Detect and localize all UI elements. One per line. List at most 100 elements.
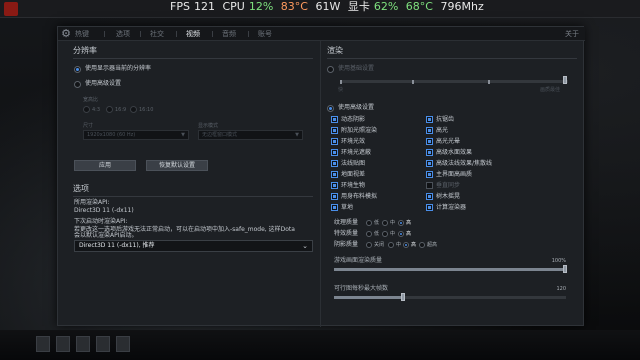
hero-portrait[interactable]	[36, 336, 50, 352]
cpu-usage: 12%	[248, 0, 274, 13]
slider-fast-label: 快	[338, 87, 344, 93]
current-api-label: 所用渲染API:	[74, 199, 110, 206]
use-desktop-resolution-radio[interactable]	[74, 66, 81, 73]
chevron-down-icon: ▼	[295, 132, 299, 138]
high-quality-water-checkbox[interactable]	[426, 149, 433, 156]
tab-social[interactable]: 社交	[144, 27, 170, 41]
tab-audio[interactable]: 音频	[216, 27, 242, 41]
apply-button[interactable]: 应用	[74, 160, 136, 171]
aspect-16-9-radio[interactable]	[106, 106, 113, 113]
cloth-simulation-checkbox[interactable]	[331, 193, 338, 200]
basic-quality-slider-knob[interactable]	[563, 76, 567, 84]
effects-quality-mid-label: 中	[390, 231, 396, 237]
effects-quality-label: 特效质量	[334, 230, 359, 237]
texture-quality-high-radio[interactable]	[398, 220, 404, 226]
aspect-4-3-radio[interactable]	[83, 106, 90, 113]
hero-portrait[interactable]	[76, 336, 90, 352]
about-button[interactable]: 关于	[565, 27, 579, 41]
restore-defaults-button[interactable]: 恢复默认设置	[146, 160, 208, 171]
max-fps-value: 120	[556, 286, 566, 292]
use-advanced-render-label: 使用高级设置	[338, 104, 375, 111]
aspect-4-3-label: 4:3	[92, 107, 101, 113]
aspect-16-10-label: 16:10	[139, 107, 154, 113]
ground-parallax-checkbox[interactable]	[331, 171, 338, 178]
effects-quality-low-label: 低	[374, 231, 380, 237]
slider-tick	[412, 80, 414, 84]
basic-quality-slider[interactable]	[340, 80, 568, 83]
compute-shader-checkbox[interactable]	[426, 204, 433, 211]
shadow-quality-label: 阴影质量	[334, 241, 359, 248]
slider-best-label: 画质最佳	[540, 87, 561, 93]
hero-portrait[interactable]	[116, 336, 130, 352]
use-advanced-resolution-radio[interactable]	[74, 81, 81, 88]
max-fps-slider-fill	[334, 296, 404, 299]
shadow-quality-mid-radio[interactable]	[388, 242, 394, 248]
shadow-quality-ultra-radio[interactable]	[419, 242, 425, 248]
chevron-down-icon: ⌄	[302, 242, 308, 250]
shadow-quality-off-radio[interactable]	[366, 242, 372, 248]
shadow-quality-high-label: 高	[411, 242, 417, 248]
shadow-quality-high-radio[interactable]	[403, 242, 409, 248]
use-desktop-resolution-label: 使用显示器当前的分辨率	[85, 65, 152, 72]
effects-quality-high-label: 高	[406, 231, 412, 237]
extra-lighting-checkbox[interactable]	[331, 127, 338, 134]
render-quality-slider-knob[interactable]	[563, 265, 567, 273]
vsync-checkbox[interactable]	[426, 182, 433, 189]
render-quality-slider[interactable]	[334, 268, 566, 271]
anti-aliasing-checkbox[interactable]	[426, 116, 433, 123]
dynamic-shadows-checkbox[interactable]	[331, 116, 338, 123]
ambient-occlusion-checkbox[interactable]	[331, 149, 338, 156]
ambient-lighting-checkbox[interactable]	[331, 138, 338, 145]
resolution-size-value: 1920x1080 (60 Hz)	[87, 132, 136, 138]
texture-quality-label: 纹理质量	[334, 219, 359, 226]
render-quality-label: 游戏画面渲染质量	[334, 257, 383, 264]
aspect-16-10-radio[interactable]	[130, 106, 137, 113]
tab-separator	[104, 31, 105, 37]
use-basic-render-label: 使用基础设置	[338, 65, 375, 72]
tree-wind-checkbox[interactable]	[426, 193, 433, 200]
tab-hotkeys[interactable]: 热键	[62, 27, 102, 41]
performance-overlay: FPS 121 CPU 12% 83°C 61W 显卡 62% 68°C 796Mhz	[170, 0, 488, 14]
specular-checkbox[interactable]	[426, 127, 433, 134]
tab-video[interactable]: 视频	[180, 27, 206, 41]
tab-separator	[140, 31, 141, 37]
normal-maps-checkbox[interactable]	[331, 160, 338, 167]
texture-quality-low-radio[interactable]	[366, 220, 372, 226]
use-advanced-render-radio[interactable]	[327, 105, 334, 112]
high-quality-dashboard-checkbox[interactable]	[426, 171, 433, 178]
grass-checkbox[interactable]	[331, 204, 338, 211]
slider-tick	[340, 80, 342, 84]
effects-quality-low-radio[interactable]	[366, 231, 372, 237]
use-advanced-resolution-label: 使用高级设置	[85, 80, 122, 87]
max-fps-label: 可行图每秒最大帧数	[334, 285, 389, 292]
power-draw: 61W	[315, 0, 341, 13]
size-label: 尺寸	[83, 123, 94, 129]
texture-quality-mid-radio[interactable]	[382, 220, 388, 226]
caustics-checkbox[interactable]	[426, 160, 433, 167]
display-mode-select[interactable]: 无边框窗口模式 ▼	[198, 130, 303, 140]
normal-maps-label: 法线贴图	[341, 160, 366, 167]
resolution-size-select[interactable]: 1920x1080 (60 Hz) ▼	[83, 130, 189, 140]
max-fps-slider[interactable]	[334, 296, 566, 299]
hero-portrait[interactable]	[96, 336, 110, 352]
effects-quality-mid-radio[interactable]	[382, 231, 388, 237]
extra-lighting-label: 附加光照渲染	[341, 127, 378, 134]
ambient-creatures-checkbox[interactable]	[331, 182, 338, 189]
render-api-dropdown[interactable]: Direct3D 11 (-dx11), 推荐 ⌄	[74, 240, 313, 252]
cpu-label: CPU	[222, 0, 245, 13]
current-api-value: Direct3D 11 (-dx11)	[74, 207, 134, 214]
max-fps-slider-knob[interactable]	[400, 293, 405, 301]
tab-options[interactable]: 选项	[110, 27, 136, 41]
effects-quality-high-radio[interactable]	[398, 231, 404, 237]
bloom-checkbox[interactable]	[426, 138, 433, 145]
tab-account[interactable]: 账号	[252, 27, 278, 41]
fps-value: 121	[193, 0, 215, 13]
hero-portrait[interactable]	[56, 336, 70, 352]
tab-separator	[212, 31, 213, 37]
render-title: 渲染	[327, 46, 343, 55]
next-launch-api-label: 下次启动时渲染API:	[74, 218, 128, 225]
texture-quality-mid-label: 中	[390, 220, 396, 226]
dota-logo-icon	[4, 2, 18, 16]
dynamic-shadows-label: 动态阴影	[341, 116, 366, 123]
use-basic-render-radio[interactable]	[327, 66, 334, 73]
